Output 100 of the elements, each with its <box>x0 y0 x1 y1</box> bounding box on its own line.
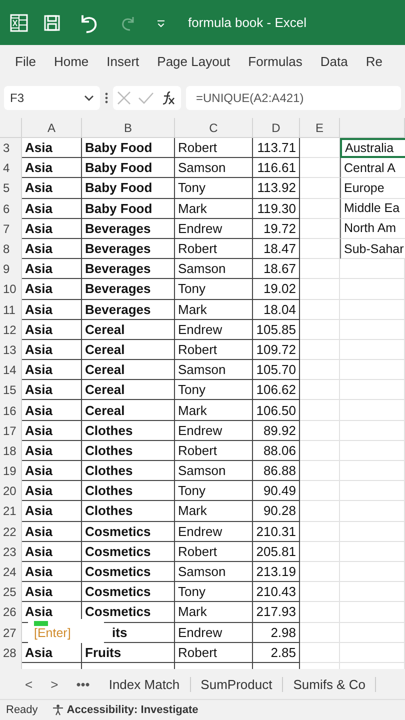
table-cell: Mark <box>175 501 253 522</box>
table-cell <box>300 218 340 239</box>
table-cell: 89.92 <box>253 420 300 441</box>
row-header[interactable]: 12 <box>0 320 22 340</box>
save-icon[interactable] <box>42 12 62 32</box>
accessibility-icon <box>52 704 64 716</box>
ribbon-tab[interactable]: Re <box>356 54 392 69</box>
ribbon-tab[interactable]: Formulas <box>239 54 312 69</box>
table-cell <box>340 602 405 622</box>
table-cell <box>340 279 405 300</box>
column-header[interactable]: D <box>253 118 300 138</box>
row-header[interactable]: 9 <box>0 259 22 280</box>
cancel-icon[interactable] <box>116 91 131 105</box>
table-cell <box>300 582 340 602</box>
table-cell <box>300 522 340 542</box>
table-cell: Tony <box>175 279 253 300</box>
table-cell: 210.43 <box>253 582 300 602</box>
table-cell <box>300 279 340 300</box>
sheet-nav-button[interactable]: > <box>42 676 68 692</box>
row-header[interactable]: 27 <box>0 622 22 643</box>
sheet-tab[interactable]: SumProduct <box>190 676 284 692</box>
ribbon-tab[interactable]: Insert <box>98 54 148 69</box>
sheet-tab[interactable]: Index Match <box>98 676 191 692</box>
column-header[interactable] <box>340 118 405 138</box>
table-cell: North Am <box>340 218 405 239</box>
table-cell: 106.62 <box>253 380 300 400</box>
row-header[interactable]: 21 <box>0 501 22 522</box>
table-cell: Cosmetics <box>82 522 175 542</box>
table-cell <box>300 420 340 441</box>
table-cell <box>300 642 340 663</box>
row-header[interactable]: 28 <box>0 642 22 663</box>
table-cell <box>340 542 405 562</box>
table-cell: 113.71 <box>253 138 300 158</box>
row-header[interactable]: 11 <box>0 300 22 320</box>
table-cell <box>340 440 405 461</box>
table-cell: Beverages <box>82 259 175 280</box>
ribbon-tab[interactable]: Data <box>311 54 357 69</box>
table-cell: 2.98 <box>253 622 300 643</box>
name-box[interactable]: F3 <box>4 86 100 110</box>
column-header[interactable]: C <box>175 118 253 138</box>
row-header[interactable]: 8 <box>0 238 22 260</box>
row-header[interactable]: 22 <box>0 522 22 542</box>
ribbon-tab[interactable]: Home <box>44 54 98 69</box>
sheet-tab[interactable]: Sumifs & Co <box>283 676 376 692</box>
table-cell: 116.61 <box>253 158 300 178</box>
table-cell <box>340 300 405 320</box>
select-all-button[interactable] <box>0 118 22 138</box>
table-cell: Endrew <box>175 522 253 542</box>
row-header[interactable]: 24 <box>0 562 22 582</box>
window-title: formula book - Excel <box>188 15 306 30</box>
row-header[interactable]: 7 <box>0 218 22 239</box>
table-cell: Asia <box>22 360 82 380</box>
sheet-nav-button[interactable]: < <box>16 676 42 692</box>
row-header[interactable]: 6 <box>0 198 22 219</box>
row-header[interactable]: 3 <box>0 138 22 158</box>
table-cell: Asia <box>22 582 82 602</box>
row-header[interactable]: 10 <box>0 279 22 300</box>
table-cell <box>300 340 340 360</box>
column-header[interactable]: B <box>82 118 175 138</box>
table-cell: Cosmetics <box>82 582 175 602</box>
more-icon[interactable] <box>105 92 108 104</box>
column-header[interactable]: E <box>300 118 340 138</box>
row-header[interactable]: 17 <box>0 420 22 441</box>
table-cell: 86.88 <box>253 461 300 482</box>
table-cell: Central A <box>340 158 405 178</box>
table-cell: 19.72 <box>253 218 300 239</box>
column-header[interactable]: A <box>22 118 82 138</box>
formula-field[interactable]: =UNIQUE(A2:A421) <box>186 86 401 110</box>
function-icon[interactable] <box>161 90 178 106</box>
check-icon[interactable] <box>138 92 154 104</box>
row-header[interactable]: 4 <box>0 158 22 178</box>
row-header[interactable]: 5 <box>0 178 22 199</box>
row-header[interactable]: 26 <box>0 602 22 622</box>
table-cell: Asia <box>22 481 82 502</box>
table-cell: Clothes <box>82 461 175 482</box>
table-cell: Beverages <box>82 218 175 239</box>
table-cell: Mark <box>175 300 253 320</box>
row-header[interactable]: 16 <box>0 400 22 421</box>
sheet-nav-button[interactable]: ••• <box>67 676 99 692</box>
ribbon-tab[interactable]: File <box>6 54 45 69</box>
row-header[interactable]: 18 <box>0 440 22 461</box>
ribbon-tab[interactable]: Page Layout <box>148 54 240 69</box>
table-cell <box>300 300 340 320</box>
accessibility-status[interactable]: Accessibility: Investigate <box>66 704 198 716</box>
row-header[interactable]: 13 <box>0 340 22 360</box>
table-cell: 19.02 <box>253 279 300 300</box>
table-cell: Baby Food <box>82 158 175 178</box>
table-cell <box>340 380 405 400</box>
table-cell: Sub-Sahar <box>340 238 405 260</box>
row-header[interactable]: 15 <box>0 380 22 400</box>
row-header[interactable]: 23 <box>0 542 22 562</box>
row-header[interactable]: 25 <box>0 582 22 602</box>
row-header[interactable]: 14 <box>0 360 22 380</box>
row-header[interactable]: 19 <box>0 461 22 482</box>
table-cell: 18.67 <box>253 259 300 280</box>
table-cell: Asia <box>22 542 82 562</box>
table-cell: Endrew <box>175 320 253 340</box>
spreadsheet-icon <box>10 14 28 32</box>
row-header[interactable]: 20 <box>0 481 22 502</box>
table-cell <box>300 138 340 158</box>
